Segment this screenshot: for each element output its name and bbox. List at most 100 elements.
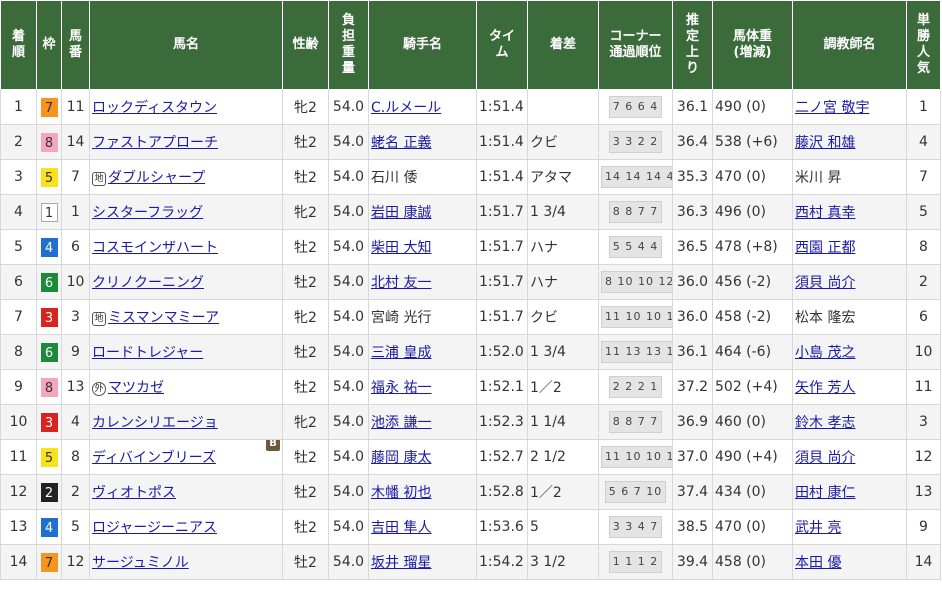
time-cell: 1:51.4 (476, 124, 528, 160)
jockey-link[interactable]: 吉田 隼人 (371, 520, 431, 536)
last3f-cell: 36.5 (672, 229, 713, 265)
horse-name-link[interactable]: ファストアプローチ (92, 135, 218, 151)
horse-name-link[interactable]: ミスマンマミーア (108, 310, 219, 326)
corner-cell: 8 8 7 7 (598, 194, 673, 230)
margin-cell: 1 3/4 (527, 334, 599, 370)
header-corner: コーナー 通過順位 (598, 0, 673, 90)
sex-age-cell: 牡2 (282, 159, 329, 195)
horse-name-link[interactable]: ヴィオトポス (92, 485, 176, 501)
time-cell: 1:51.4 (476, 159, 528, 195)
umaban-cell: 5 (61, 509, 90, 545)
trainer-cell: 須貝 尚介 (792, 439, 907, 475)
corner-cell: 14 14 14 4 (598, 159, 673, 195)
umaban-cell: 11 (61, 89, 90, 125)
last3f-cell: 36.0 (672, 264, 713, 300)
trainer-link[interactable]: 西村 真幸 (795, 205, 855, 221)
jockey-cell: 坂井 瑠星 (368, 544, 477, 580)
header-rank: 着順 (0, 0, 37, 90)
blinker-icon: B (266, 440, 280, 451)
rank-cell: 3 (0, 159, 37, 195)
weight-cell: 54.0 (328, 334, 369, 370)
table-row: 1 7 11 ロックディスタウン 牝2 54.0 C.ルメール 1:51.4 7 6 6 4 36… (0, 89, 941, 125)
margin-cell: 1／2 (527, 474, 599, 510)
waku-cell: 4 (36, 509, 62, 545)
corner-positions: 5 6 7 10 (604, 481, 667, 503)
corner-positions: 5 5 4 4 (608, 236, 663, 258)
trainer-cell: 西園 正都 (792, 229, 907, 265)
jockey-link[interactable]: 池添 謙一 (371, 415, 431, 431)
waku-badge: 5 (40, 167, 58, 187)
trainer-link[interactable]: 須貝 尚介 (795, 450, 855, 466)
trainer-cell: 藤沢 和雄 (792, 124, 907, 160)
bodyweight-cell: 478 (+8) (712, 229, 793, 265)
popularity-cell: 13 (906, 474, 941, 510)
header-umaban: 馬番 (61, 0, 90, 90)
horse-name-link[interactable]: ダブルシャープ (108, 170, 205, 186)
jockey-link[interactable]: 木幡 初也 (371, 485, 431, 501)
trainer-link[interactable]: 二ノ宮 敬宇 (795, 100, 869, 116)
horse-name-link[interactable]: マツカゼ (108, 380, 164, 396)
trainer-link[interactable]: 本田 優 (795, 555, 841, 571)
jockey-link[interactable]: 蛯名 正義 (371, 135, 431, 151)
waku-badge: 3 (40, 412, 58, 432)
waku-cell: 8 (36, 369, 62, 405)
last3f-cell: 35.3 (672, 159, 713, 195)
horse-name-link[interactable]: サージュミノル (92, 555, 189, 571)
trainer-link[interactable]: 田村 康仁 (795, 485, 855, 501)
jockey-link[interactable]: 北村 友一 (371, 275, 431, 291)
popularity-cell: 12 (906, 439, 941, 475)
bodyweight-cell: 496 (0) (712, 194, 793, 230)
trainer-link[interactable]: 藤沢 和雄 (795, 135, 855, 151)
trainer-link[interactable]: 矢作 芳人 (795, 380, 855, 396)
trainer-cell: 鈴木 孝志 (792, 404, 907, 440)
horse-name-link[interactable]: コスモインザハート (92, 240, 218, 256)
rank-cell: 4 (0, 194, 37, 230)
horse-name-link[interactable]: シスターフラッグ (92, 205, 203, 221)
header-margin: 着差 (527, 0, 599, 90)
trainer-name: 松本 隆宏 (795, 310, 856, 326)
table-row: 10 3 4 カレンシリエージョ 牝2 54.0 池添 謙一 1:52.3 1 1/4 8 8 7… (0, 404, 941, 440)
jockey-link[interactable]: 岩田 康誠 (371, 205, 431, 221)
jockey-link[interactable]: 福永 祐一 (371, 380, 431, 396)
last3f-cell: 37.4 (672, 474, 713, 510)
jockey-link[interactable]: C.ルメール (371, 100, 441, 116)
weight-cell: 54.0 (328, 89, 369, 125)
waku-badge: 7 (40, 552, 58, 572)
waku-cell: 7 (36, 89, 62, 125)
jockey-cell: 藤岡 康太 (368, 439, 477, 475)
trainer-link[interactable]: 武井 亮 (795, 520, 841, 536)
sex-age-cell: 牡2 (282, 544, 329, 580)
jockey-link[interactable]: 三浦 皇成 (371, 345, 431, 361)
trainer-link[interactable]: 須貝 尚介 (795, 275, 855, 291)
jockey-link[interactable]: 藤岡 康太 (371, 450, 431, 466)
horse-name-link[interactable]: カレンシリエージョ (92, 415, 218, 431)
trainer-link[interactable]: 鈴木 孝志 (795, 415, 855, 431)
last3f-cell: 37.0 (672, 439, 713, 475)
last3f-cell: 36.4 (672, 124, 713, 160)
time-cell: 1:52.7 (476, 439, 528, 475)
sex-age-cell: 牝2 (282, 89, 329, 125)
last3f-cell: 36.9 (672, 404, 713, 440)
horse-name-link[interactable]: ロードトレジャー (92, 345, 203, 361)
trainer-link[interactable]: 小島 茂之 (795, 345, 855, 361)
jockey-cell: 石川 倭 (368, 159, 477, 195)
corner-cell: 3 3 2 2 (598, 124, 673, 160)
horse-name-link[interactable]: ロジャージーニアス (92, 520, 217, 536)
waku-cell: 6 (36, 334, 62, 370)
horse-name-link[interactable]: ロックディスタウン (92, 100, 217, 116)
trainer-link[interactable]: 西園 正都 (795, 240, 855, 256)
header-sex-age: 性齢 (282, 0, 329, 90)
jockey-link[interactable]: 坂井 瑠星 (371, 555, 431, 571)
horse-name-cell: コスモインザハート (89, 229, 283, 265)
horse-name-link[interactable]: ディバインブリーズ (92, 450, 216, 466)
header-popularity: 単勝人気 (906, 0, 941, 90)
umaban-cell: 10 (61, 264, 90, 300)
popularity-cell: 10 (906, 334, 941, 370)
horse-name-cell: 地ミスマンマミーア (89, 299, 283, 335)
horse-name-link[interactable]: クリノクーニング (92, 275, 204, 291)
corner-cell: 3 3 4 7 (598, 509, 673, 545)
margin-cell: アタマ (527, 159, 599, 195)
waku-badge: 4 (40, 237, 58, 257)
sex-age-cell: 牡2 (282, 369, 329, 405)
jockey-link[interactable]: 柴田 大知 (371, 240, 431, 256)
